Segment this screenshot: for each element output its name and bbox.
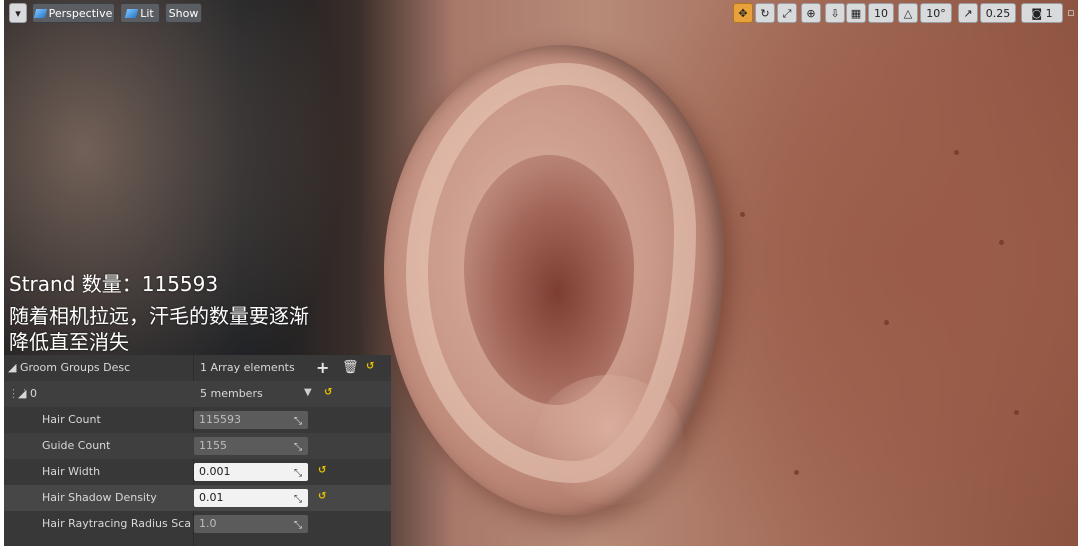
- move-icon: ✥: [738, 7, 748, 20]
- drag-value-icon[interactable]: ⤡: [294, 439, 302, 457]
- property-label: Hair Shadow Density: [42, 491, 157, 504]
- surface-snap-button[interactable]: ⇩: [825, 3, 845, 23]
- guide-count-field[interactable]: 1155 ⤡: [194, 437, 308, 455]
- expand-arrow-icon[interactable]: ◢: [18, 387, 26, 400]
- globe-icon: ⊕: [806, 7, 816, 20]
- scale-snap-value-button[interactable]: 0.25: [980, 3, 1016, 23]
- element-index-label: 0: [29, 387, 37, 400]
- lit-icon: [125, 9, 139, 18]
- reset-arrow-icon[interactable]: ↺: [318, 465, 326, 476]
- add-element-icon[interactable]: +: [316, 358, 329, 377]
- property-row-hair-raytracing-radius-scale: Hair Raytracing Radius Scale 1.0 ⤡: [4, 511, 391, 537]
- scale-snap-toggle[interactable]: ↗: [958, 3, 978, 23]
- ear-render: [384, 45, 724, 515]
- hair-width-value: 0.001: [199, 465, 231, 478]
- ear-lobe: [534, 375, 684, 505]
- reset-arrow-icon[interactable]: ↺: [324, 387, 332, 398]
- grid-snap-value-button[interactable]: 10: [868, 3, 894, 23]
- grid-snap-toggle[interactable]: ▦: [846, 3, 866, 23]
- strand-count-text: Strand 数量：115593: [9, 272, 219, 296]
- hair-raytracing-radius-scale-field[interactable]: 1.0 ⤡: [194, 515, 308, 533]
- property-row-guide-count: Guide Count 1155 ⤡: [4, 433, 391, 459]
- rotate-tool-button[interactable]: ↻: [755, 3, 775, 23]
- scale-icon: ⤢: [782, 7, 792, 20]
- surface-snap-icon: ⇩: [830, 7, 840, 20]
- note-text: 随着相机拉远，汗毛的数量要逐渐 降低直至消失: [9, 303, 309, 355]
- array-count: 1 Array elements: [200, 361, 295, 374]
- property-label: Hair Raytracing Radius Scale: [42, 517, 192, 530]
- perspective-icon: [33, 9, 47, 18]
- drag-value-icon[interactable]: ⤡: [294, 491, 302, 509]
- maximize-icon: ▫: [1067, 6, 1075, 19]
- skin-freckle: [1014, 410, 1019, 415]
- maximize-viewport-button[interactable]: ▫: [1066, 3, 1076, 23]
- note-line: 降低直至消失: [9, 330, 129, 354]
- perspective-button[interactable]: Perspective: [32, 3, 115, 23]
- perspective-label: Perspective: [48, 7, 113, 20]
- guide-count-value: 1155: [199, 439, 227, 452]
- hair-shadow-density-field[interactable]: 0.01 ⤡: [194, 489, 308, 507]
- groom-groups-panel: ◢ Groom Groups Desc 1 Array elements + 🗑…: [4, 355, 391, 546]
- lit-button[interactable]: Lit: [120, 3, 160, 23]
- drag-value-icon[interactable]: ⤡: [294, 413, 302, 431]
- hair-count-field[interactable]: 115593 ⤡: [194, 411, 308, 429]
- rotation-snap-value-button[interactable]: 10°: [920, 3, 952, 23]
- chevron-down-icon: ▾: [15, 7, 21, 20]
- viewport-options-button[interactable]: ▾: [9, 3, 27, 23]
- drag-value-icon[interactable]: ⤡: [294, 465, 302, 483]
- grid-snap-value: 10: [874, 7, 888, 20]
- hair-raytracing-radius-scale-value: 1.0: [199, 517, 217, 530]
- angle-icon: △: [903, 7, 913, 20]
- expand-arrow-icon[interactable]: ◢: [8, 361, 16, 374]
- drag-value-icon[interactable]: ⤡: [294, 517, 302, 535]
- groom-groups-header-row[interactable]: ◢ Groom Groups Desc 1 Array elements + 🗑…: [4, 355, 391, 381]
- hair-width-field[interactable]: 0.001 ⤡: [194, 463, 308, 481]
- members-label: 5 members: [200, 387, 263, 400]
- lit-label: Lit: [140, 7, 154, 20]
- section-header: ◢ Groom Groups Desc: [8, 355, 130, 381]
- reset-arrow-icon[interactable]: ↺: [366, 361, 374, 372]
- camera-icon: ◙: [1031, 7, 1043, 20]
- scale-tool-button[interactable]: ⤢: [777, 3, 797, 23]
- chevron-down-icon[interactable]: ▼: [304, 387, 312, 398]
- scale-snap-icon: ↗: [963, 7, 973, 20]
- translate-tool-button[interactable]: ✥: [733, 3, 753, 23]
- property-label: Hair Width: [42, 465, 101, 478]
- skin-freckle: [884, 320, 889, 325]
- section-label: Groom Groups Desc: [19, 361, 131, 374]
- camera-speed-value: 1: [1045, 7, 1053, 20]
- rotate-icon: ↻: [760, 7, 770, 20]
- delete-icon[interactable]: 🗑: [342, 360, 359, 375]
- element-index: ◢ 0: [18, 381, 37, 407]
- skin-freckle: [954, 150, 959, 155]
- reset-arrow-icon[interactable]: ↺: [318, 491, 326, 502]
- skin-freckle: [999, 240, 1004, 245]
- property-row-hair-shadow-density: Hair Shadow Density 0.01 ⤡ ↺: [4, 485, 391, 511]
- hair-shadow-density-value: 0.01: [199, 491, 224, 504]
- note-line: 随着相机拉远，汗毛的数量要逐渐: [9, 304, 309, 328]
- rotation-snap-toggle[interactable]: △: [898, 3, 918, 23]
- property-row-hair-width: Hair Width 0.001 ⤡ ↺: [4, 459, 391, 485]
- skin-freckle: [740, 212, 745, 217]
- coordinate-space-button[interactable]: ⊕: [801, 3, 821, 23]
- property-row-hair-count: Hair Count 115593 ⤡: [4, 407, 391, 433]
- scale-snap-value: 0.25: [985, 7, 1011, 20]
- skin-freckle: [794, 470, 799, 475]
- property-label: Hair Count: [42, 413, 101, 426]
- camera-speed-button[interactable]: ◙ 1: [1021, 3, 1063, 23]
- show-label: Show: [168, 7, 199, 20]
- property-label: Guide Count: [42, 439, 111, 452]
- grid-icon: ▦: [850, 7, 862, 20]
- rotation-snap-value: 10°: [926, 7, 946, 20]
- hair-count-value: 115593: [199, 413, 241, 426]
- array-element-row[interactable]: ⋮⋮ ◢ 0 5 members ▼ ↺: [4, 381, 391, 407]
- show-button[interactable]: Show: [165, 3, 202, 23]
